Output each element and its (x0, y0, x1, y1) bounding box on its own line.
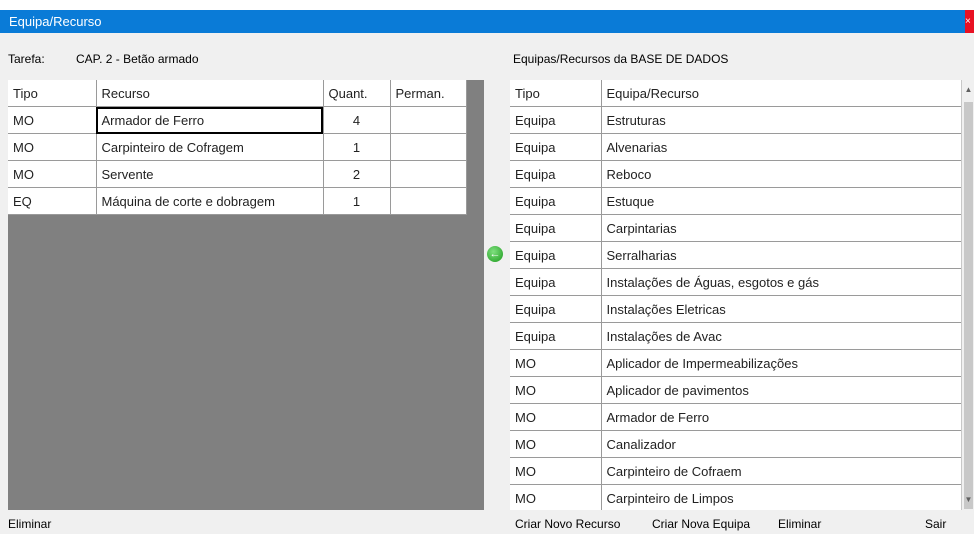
scroll-down-icon[interactable]: ▼ (962, 490, 974, 510)
eliminar-right-button[interactable]: Eliminar (778, 517, 821, 531)
cell-tipo[interactable]: Equipa (510, 187, 602, 215)
cell-perman[interactable] (390, 133, 467, 161)
table-row[interactable]: MO Carpinteiro de Cofraem (510, 457, 961, 485)
cell-equipa-recurso[interactable]: Alvenarias (601, 133, 961, 161)
cell-tipo[interactable]: MO (510, 430, 602, 458)
table-row[interactable]: Equipa Estuque (510, 187, 961, 215)
cell-tipo[interactable]: EQ (8, 187, 97, 215)
cell-equipa-recurso[interactable]: Aplicador de Impermeabilizações (601, 349, 961, 377)
assigned-resources-table: Tipo Recurso Quant. Perman. MO Armador d… (8, 80, 467, 215)
cell-tipo[interactable]: Equipa (510, 133, 602, 161)
table-row[interactable]: Equipa Instalações de Avac (510, 322, 961, 350)
title-bar: Equipa/Recurso × (0, 0, 974, 33)
cell-tipo[interactable]: Equipa (510, 322, 602, 350)
cell-perman[interactable] (390, 187, 467, 215)
table-row[interactable]: Equipa Estruturas (510, 106, 961, 134)
table-row[interactable]: Equipa Carpintarias (510, 214, 961, 242)
table-row[interactable]: Equipa Reboco (510, 160, 961, 188)
cell-recurso[interactable]: Armador de Ferro (96, 106, 324, 134)
cell-quant[interactable]: 2 (323, 160, 391, 188)
cell-tipo[interactable]: MO (8, 133, 97, 161)
criar-nova-equipa-button[interactable]: Criar Nova Equipa (652, 517, 750, 531)
cell-recurso[interactable]: Carpinteiro de Cofragem (96, 133, 324, 161)
column-header-recurso[interactable]: Recurso (96, 80, 324, 107)
cell-tipo[interactable]: MO (510, 403, 602, 431)
cell-perman[interactable] (390, 106, 467, 134)
cell-tipo[interactable]: MO (510, 484, 602, 510)
scroll-up-icon[interactable]: ▲ (962, 80, 974, 100)
table-row[interactable]: MO Aplicador de Impermeabilizações (510, 349, 961, 377)
column-header-tipo[interactable]: Tipo (510, 80, 602, 107)
cell-equipa-recurso[interactable]: Serralharias (601, 241, 961, 269)
task-label: Tarefa: (8, 52, 45, 66)
cell-equipa-recurso[interactable]: Reboco (601, 160, 961, 188)
close-button[interactable]: × (965, 10, 974, 33)
cell-equipa-recurso[interactable]: Canalizador (601, 430, 961, 458)
cell-equipa-recurso[interactable]: Carpintarias (601, 214, 961, 242)
cell-recurso[interactable]: Servente (96, 160, 324, 188)
cell-equipa-recurso[interactable]: Instalações de Águas, esgotos e gás (601, 268, 961, 296)
cell-tipo[interactable]: Equipa (510, 295, 602, 323)
sair-button[interactable]: Sair (925, 517, 946, 531)
table-row[interactable]: MO Canalizador (510, 430, 961, 458)
table-row[interactable]: MO Servente 2 (8, 160, 467, 188)
cell-tipo[interactable]: MO (8, 106, 97, 134)
database-resources-grid[interactable]: Tipo Equipa/Recurso Equipa Estruturas Equi… (510, 80, 961, 510)
cell-equipa-recurso[interactable]: Instalações de Avac (601, 322, 961, 350)
column-header-equipa-recurso[interactable]: Equipa/Recurso (601, 80, 961, 107)
vertical-scrollbar[interactable]: ▲ ▼ (961, 80, 974, 510)
table-row[interactable]: Equipa Serralharias (510, 241, 961, 269)
task-value: CAP. 2 - Betão armado (76, 52, 199, 66)
table-row[interactable]: MO Aplicador de pavimentos (510, 376, 961, 404)
cell-tipo[interactable]: MO (510, 349, 602, 377)
cell-tipo[interactable]: MO (510, 457, 602, 485)
table-row[interactable]: MO Armador de Ferro 4 (8, 106, 467, 134)
green-left-arrow-icon[interactable]: ← (487, 246, 503, 262)
cell-equipa-recurso[interactable]: Carpinteiro de Cofraem (601, 457, 961, 485)
cell-tipo[interactable]: Equipa (510, 214, 602, 242)
window-title: Equipa/Recurso (9, 14, 102, 29)
cell-equipa-recurso[interactable]: Carpinteiro de Limpos (601, 484, 961, 510)
scroll-thumb[interactable] (964, 102, 973, 509)
cell-tipo[interactable]: MO (8, 160, 97, 188)
column-header-tipo[interactable]: Tipo (8, 80, 97, 107)
cell-equipa-recurso[interactable]: Instalações Eletricas (601, 295, 961, 323)
table-row[interactable]: Equipa Alvenarias (510, 133, 961, 161)
table-row[interactable]: EQ Máquina de corte e dobragem 1 (8, 187, 467, 215)
title-bar-background (0, 10, 974, 33)
cell-equipa-recurso[interactable]: Estuque (601, 187, 961, 215)
database-resources-table: Tipo Equipa/Recurso Equipa Estruturas Equi… (510, 80, 961, 510)
column-header-perman[interactable]: Perman. (390, 80, 467, 107)
cell-tipo[interactable]: Equipa (510, 160, 602, 188)
eliminar-left-button[interactable]: Eliminar (8, 517, 51, 531)
cell-quant[interactable]: 4 (323, 106, 391, 134)
cell-equipa-recurso[interactable]: Armador de Ferro (601, 403, 961, 431)
database-title: Equipas/Recursos da BASE DE DADOS (513, 52, 729, 66)
table-row[interactable]: MO Carpinteiro de Limpos (510, 484, 961, 510)
cell-quant[interactable]: 1 (323, 133, 391, 161)
criar-novo-recurso-button[interactable]: Criar Novo Recurso (515, 517, 620, 531)
cell-perman[interactable] (390, 160, 467, 188)
cell-equipa-recurso[interactable]: Aplicador de pavimentos (601, 376, 961, 404)
table-header-row: Tipo Equipa/Recurso (510, 80, 961, 107)
cell-tipo[interactable]: Equipa (510, 106, 602, 134)
table-row[interactable]: Equipa Instalações de Águas, esgotos e gá… (510, 268, 961, 296)
cell-tipo[interactable]: MO (510, 376, 602, 404)
cell-tipo[interactable]: Equipa (510, 268, 602, 296)
cell-tipo[interactable]: Equipa (510, 241, 602, 269)
column-header-quant[interactable]: Quant. (323, 80, 391, 107)
cell-recurso[interactable]: Máquina de corte e dobragem (96, 187, 324, 215)
table-row[interactable]: MO Carpinteiro de Cofragem 1 (8, 133, 467, 161)
table-row[interactable]: Equipa Instalações Eletricas (510, 295, 961, 323)
cell-equipa-recurso[interactable]: Estruturas (601, 106, 961, 134)
table-header-row: Tipo Recurso Quant. Perman. (8, 80, 467, 107)
table-row[interactable]: MO Armador de Ferro (510, 403, 961, 431)
assigned-resources-grid[interactable]: Tipo Recurso Quant. Perman. MO Armador d… (8, 80, 484, 510)
cell-quant[interactable]: 1 (323, 187, 391, 215)
